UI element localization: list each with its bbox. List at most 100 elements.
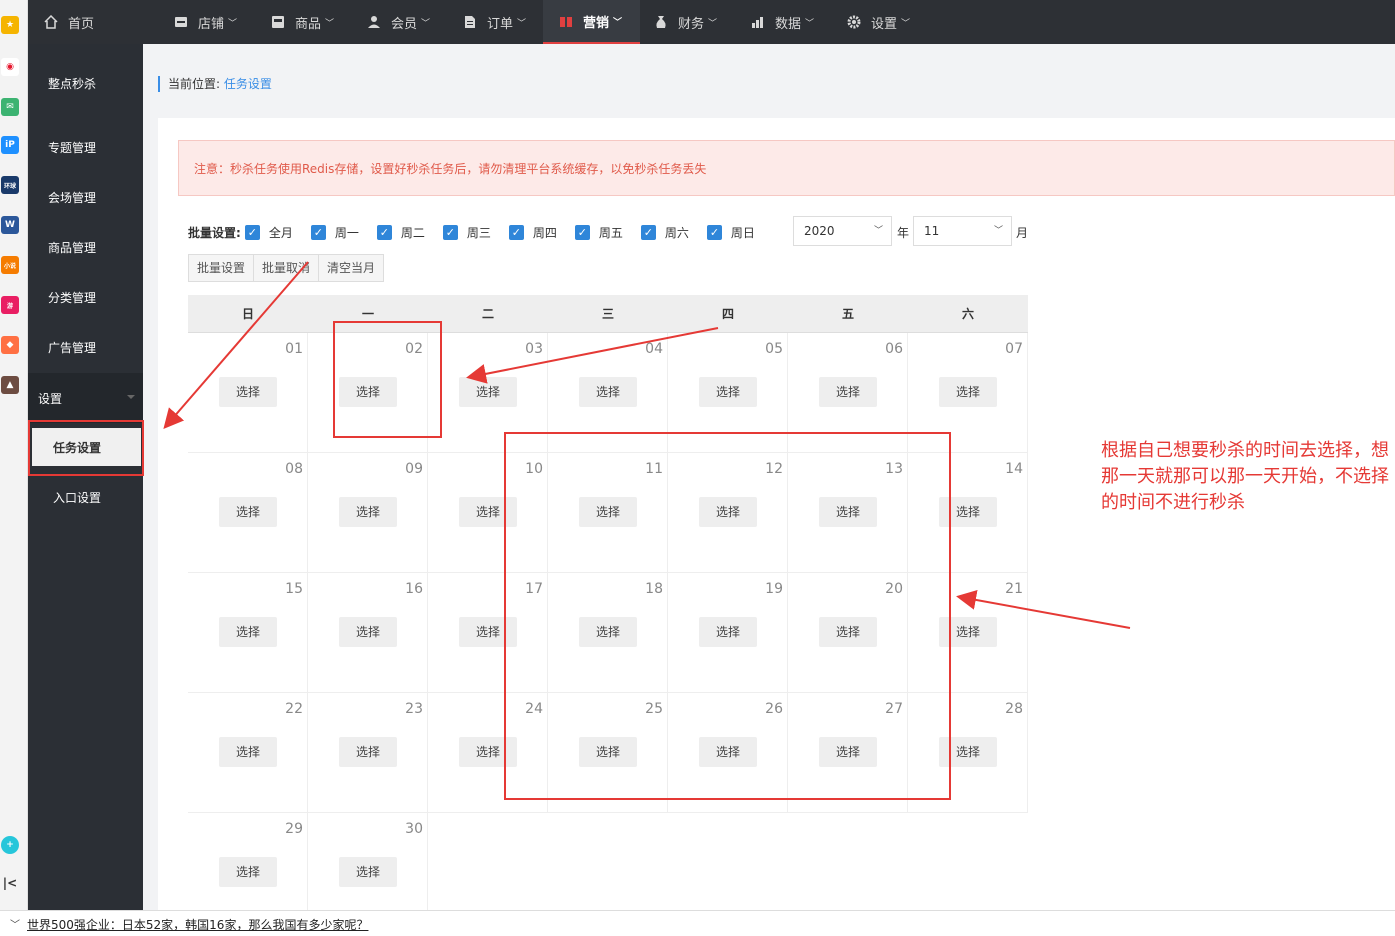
footer-news-bar: ﹀ 世界500强企业：日本52家，韩国16家，那么我国有多少家呢？ bbox=[0, 910, 1395, 936]
select-day-button[interactable]: 选择 bbox=[459, 737, 517, 767]
select-day-button[interactable]: 选择 bbox=[699, 497, 757, 527]
select-day-button[interactable]: 选择 bbox=[579, 497, 637, 527]
order-icon bbox=[463, 15, 477, 29]
select-day-button[interactable]: 选择 bbox=[819, 497, 877, 527]
nav-home[interactable]: 首页 bbox=[44, 0, 94, 44]
select-day-button[interactable]: 选择 bbox=[579, 737, 637, 767]
chevron-down-icon: ﹀ bbox=[517, 18, 527, 29]
select-day-button[interactable]: 选择 bbox=[339, 857, 397, 887]
select-day-button[interactable]: 选择 bbox=[339, 737, 397, 767]
calendar-day-cell: 01 选择 bbox=[188, 333, 308, 453]
novel-app-icon[interactable]: 小说 bbox=[1, 256, 19, 274]
home-icon bbox=[44, 15, 58, 29]
batch-set-button[interactable]: 批量设置 bbox=[188, 254, 255, 282]
goods-icon bbox=[271, 15, 285, 29]
nav-order[interactable]: 订单 ﹀ bbox=[463, 0, 526, 44]
news-app-icon[interactable]: 环球 bbox=[1, 176, 19, 194]
select-day-button[interactable]: 选择 bbox=[579, 617, 637, 647]
sidebar-item-venue[interactable]: 会场管理 bbox=[28, 179, 143, 215]
select-day-button[interactable]: 选择 bbox=[219, 617, 277, 647]
nav-goods[interactable]: 商品 ﹀ bbox=[271, 0, 334, 44]
select-day-button[interactable]: 选择 bbox=[939, 617, 997, 647]
select-day-button[interactable]: 选择 bbox=[699, 617, 757, 647]
money-bag-icon bbox=[654, 15, 668, 29]
ip-app-icon[interactable]: iP bbox=[1, 136, 19, 154]
nav-marketing[interactable]: 营销 ﹀ bbox=[543, 0, 640, 44]
checkbox-label: 周日 bbox=[730, 225, 755, 240]
select-day-button[interactable]: 选择 bbox=[219, 497, 277, 527]
user-icon bbox=[367, 15, 381, 29]
checkbox-thursday[interactable]: ✓ 周四 bbox=[508, 224, 557, 241]
nav-data[interactable]: 数据 ﹀ bbox=[751, 0, 814, 44]
game2-app-icon[interactable]: ◆ bbox=[1, 336, 19, 354]
sidebar-item-topic[interactable]: 专题管理 bbox=[28, 129, 143, 165]
calendar-day-cell: 21 选择 bbox=[908, 573, 1028, 693]
star-icon[interactable]: ★ bbox=[1, 16, 19, 34]
select-day-button[interactable]: 选择 bbox=[939, 737, 997, 767]
calendar-day-cell: 25 选择 bbox=[548, 693, 668, 813]
select-day-button[interactable]: 选择 bbox=[939, 377, 997, 407]
nav-settings[interactable]: 设置 ﹀ bbox=[847, 0, 910, 44]
chevron-down-icon[interactable]: ﹀ bbox=[10, 916, 20, 931]
calendar: 日 一 二 三 四 五 六 01 选择 02 选择 03 选择 04 选择 05 选择 06 选择 07… bbox=[188, 295, 1028, 933]
select-day-button[interactable]: 选择 bbox=[459, 377, 517, 407]
mail-icon[interactable]: ✉ bbox=[1, 98, 19, 116]
select-day-button[interactable]: 选择 bbox=[339, 377, 397, 407]
calendar-day-cell: 11 选择 bbox=[548, 453, 668, 573]
select-day-button[interactable]: 选择 bbox=[819, 617, 877, 647]
select-day-button[interactable]: 选择 bbox=[819, 377, 877, 407]
month-select[interactable]: 11 ﹀ bbox=[913, 216, 1012, 246]
select-day-button[interactable]: 选择 bbox=[219, 857, 277, 887]
nav-data-label: 数据 bbox=[775, 16, 802, 32]
select-day-button[interactable]: 选择 bbox=[939, 497, 997, 527]
nav-store[interactable]: 店铺 ﹀ bbox=[174, 0, 237, 44]
word-icon[interactable]: W bbox=[1, 216, 19, 234]
select-day-button[interactable]: 选择 bbox=[579, 377, 637, 407]
calendar-day-cell: 15 选择 bbox=[188, 573, 308, 693]
select-day-button[interactable]: 选择 bbox=[339, 617, 397, 647]
select-day-button[interactable]: 选择 bbox=[819, 737, 877, 767]
nav-finance[interactable]: 财务 ﹀ bbox=[654, 0, 717, 44]
game3-app-icon[interactable]: ▲ bbox=[1, 376, 19, 394]
select-day-button[interactable]: 选择 bbox=[699, 377, 757, 407]
checkbox-sunday[interactable]: ✓ 周日 bbox=[706, 224, 755, 241]
checkbox-tuesday[interactable]: ✓ 周二 bbox=[376, 224, 425, 241]
sidebar-item-goods[interactable]: 商品管理 bbox=[28, 229, 143, 265]
add-app-icon[interactable]: + bbox=[1, 836, 19, 854]
app-strip: ★ ◉ ✉ iP 环球 W 小说 游 ◆ ▲ + |< bbox=[0, 0, 28, 910]
nav-member[interactable]: 会员 ﹀ bbox=[367, 0, 430, 44]
game-app-icon[interactable]: 游 bbox=[1, 296, 19, 314]
store-icon bbox=[174, 15, 188, 29]
sidebar-item-entry-settings[interactable]: 入口设置 bbox=[28, 479, 143, 515]
calendar-day-cell: 03 选择 bbox=[428, 333, 548, 453]
breadcrumb-current[interactable]: 任务设置 bbox=[224, 77, 272, 91]
weibo-icon[interactable]: ◉ bbox=[1, 58, 19, 76]
select-day-button[interactable]: 选择 bbox=[459, 497, 517, 527]
checkbox-wednesday[interactable]: ✓ 周三 bbox=[442, 224, 491, 241]
sidebar-group-settings[interactable]: 设置 bbox=[28, 373, 143, 423]
nav-marketing-label: 营销 bbox=[583, 15, 610, 31]
checkbox-friday[interactable]: ✓ 周五 bbox=[574, 224, 623, 241]
select-day-button[interactable]: 选择 bbox=[219, 737, 277, 767]
checkbox-label: 周四 bbox=[532, 225, 557, 240]
checkbox-all-month[interactable]: ✓ 全月 bbox=[244, 224, 293, 241]
clear-month-button[interactable]: 清空当月 bbox=[318, 254, 385, 282]
sidebar-item-ads[interactable]: 广告管理 bbox=[28, 329, 143, 365]
day-number: 11 bbox=[645, 461, 663, 477]
sidebar-item-category[interactable]: 分类管理 bbox=[28, 279, 143, 315]
chevron-down-icon: ﹀ bbox=[805, 18, 815, 29]
collapse-icon[interactable]: |< bbox=[1, 874, 19, 892]
select-day-button[interactable]: 选择 bbox=[699, 737, 757, 767]
year-select[interactable]: 2020 ﹀ bbox=[793, 216, 892, 246]
checkbox-saturday[interactable]: ✓ 周六 bbox=[640, 224, 689, 241]
select-day-button[interactable]: 选择 bbox=[459, 617, 517, 647]
sidebar-item-flash-sale[interactable]: 整点秒杀 bbox=[28, 65, 143, 101]
day-number: 07 bbox=[1005, 341, 1023, 357]
news-link[interactable]: 世界500强企业：日本52家，韩国16家，那么我国有多少家呢？ bbox=[27, 916, 368, 933]
year-unit: 年 bbox=[897, 226, 910, 240]
select-day-button[interactable]: 选择 bbox=[219, 377, 277, 407]
checkbox-monday[interactable]: ✓ 周一 bbox=[310, 224, 359, 241]
sidebar-item-task-settings[interactable]: 任务设置 bbox=[32, 428, 141, 466]
select-day-button[interactable]: 选择 bbox=[339, 497, 397, 527]
batch-cancel-button[interactable]: 批量取消 bbox=[253, 254, 320, 282]
